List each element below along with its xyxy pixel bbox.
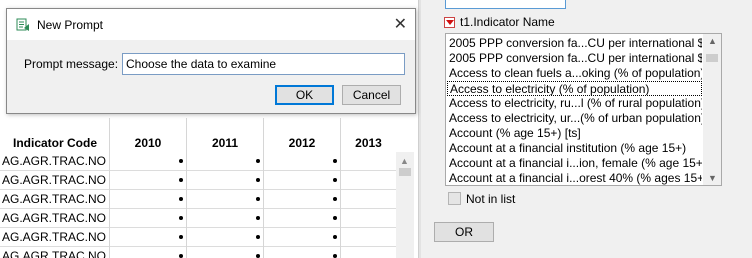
prompt-message-input[interactable]	[122, 53, 405, 75]
list-item[interactable]: Access to electricity, ru...l (% of rura…	[447, 96, 702, 111]
indicator-code-cell: AG.AGR.TRAC.NO	[0, 171, 110, 190]
missing-value-dot	[256, 235, 260, 239]
ok-button[interactable]: OK	[275, 85, 334, 105]
scroll-thumb[interactable]	[399, 168, 411, 176]
panel-title: t1.Indicator Name	[460, 15, 555, 29]
missing-value-dot	[256, 159, 260, 163]
column-header-2010[interactable]: 2010	[110, 118, 187, 152]
indicator-name-list[interactable]: 2005 PPP conversion fa...CU per internat…	[445, 33, 722, 186]
disclosure-triangle-icon[interactable]	[444, 17, 455, 28]
indicator-code-cell: AG.AGR.TRAC.NO	[0, 247, 110, 258]
list-item[interactable]: Access to clean fuels a...oking (% of po…	[447, 66, 702, 81]
dialog-titlebar[interactable]: New Prompt ✕	[7, 9, 415, 40]
column-header-2013[interactable]: 2013	[341, 118, 396, 152]
table-row[interactable]: AG.AGR.TRAC.NO	[0, 190, 396, 209]
scroll-down-arrow-icon[interactable]: ▼	[708, 173, 717, 183]
missing-value-dot	[179, 178, 183, 182]
table-row[interactable]: AG.AGR.TRAC.NO	[0, 247, 396, 258]
missing-value-dot	[179, 216, 183, 220]
or-button[interactable]: OR	[434, 222, 494, 242]
missing-value-dot	[333, 235, 337, 239]
table-row[interactable]: AG.AGR.TRAC.NO	[0, 152, 396, 171]
scroll-up-arrow-icon[interactable]: ▲	[400, 156, 409, 166]
scroll-up-arrow-icon[interactable]: ▲	[708, 36, 717, 46]
missing-value-dot	[179, 235, 183, 239]
missing-value-dot	[179, 254, 183, 258]
list-item[interactable]: Account at a financial i...ion, female (…	[447, 156, 702, 171]
missing-value-dot	[333, 159, 337, 163]
scroll-thumb[interactable]	[706, 54, 718, 62]
missing-value-dot	[256, 197, 260, 201]
list-item[interactable]: 2005 PPP conversion fa...CU per internat…	[447, 51, 702, 66]
list-item-selected[interactable]: Access to electricity (% of population)	[447, 81, 702, 96]
indicator-code-cell: AG.AGR.TRAC.NO	[0, 228, 110, 247]
table-header: Indicator Code 2010 2011 2012 2013	[0, 118, 396, 152]
missing-value-dot	[333, 178, 337, 182]
dialog-title: New Prompt	[37, 18, 104, 32]
column-header-indicator-code[interactable]: Indicator Code	[0, 118, 110, 152]
list-scrollbar[interactable]: ▲ ▼	[703, 34, 721, 185]
jmp-script-icon	[16, 18, 29, 31]
table-row[interactable]: AG.AGR.TRAC.NO	[0, 209, 396, 228]
prompt-message-label: Prompt message:	[24, 57, 119, 71]
missing-value-dot	[179, 159, 183, 163]
list-item[interactable]: Account at a financial institution (% ag…	[447, 141, 702, 156]
not-in-list-checkbox[interactable]	[448, 192, 461, 205]
column-header-2011[interactable]: 2011	[187, 118, 264, 152]
missing-value-dot	[333, 254, 337, 258]
missing-value-dot	[256, 216, 260, 220]
column-header-2012[interactable]: 2012	[264, 118, 341, 152]
table-row[interactable]: AG.AGR.TRAC.NO	[0, 171, 396, 190]
cancel-button[interactable]: Cancel	[342, 85, 401, 105]
missing-value-dot	[256, 254, 260, 258]
indicator-code-cell: AG.AGR.TRAC.NO	[0, 152, 110, 171]
list-item[interactable]: 2005 PPP conversion fa...CU per internat…	[447, 36, 702, 51]
not-in-list-label: Not in list	[466, 192, 516, 206]
missing-value-dot	[256, 178, 260, 182]
missing-value-dot	[179, 197, 183, 201]
indicator-code-cell: AG.AGR.TRAC.NO	[0, 190, 110, 209]
list-item[interactable]: Access to electricity, ur...(% of urban …	[447, 111, 702, 126]
filter-panel: t1.Indicator Name 2005 PPP conversion fa…	[421, 0, 752, 258]
missing-value-dot	[333, 216, 337, 220]
list-item[interactable]: Account at a financial i...orest 40% (% …	[447, 171, 702, 185]
table-row[interactable]: AG.AGR.TRAC.NO	[0, 228, 396, 247]
table-scrollbar[interactable]: ▲	[396, 152, 414, 258]
close-icon[interactable]: ✕	[394, 14, 407, 34]
indicator-code-cell: AG.AGR.TRAC.NO	[0, 209, 110, 228]
column-selector-box[interactable]	[445, 0, 566, 9]
new-prompt-dialog: New Prompt ✕ Prompt message: OK Cancel	[6, 8, 416, 114]
list-item[interactable]: Account (% age 15+) [ts]	[447, 126, 702, 141]
missing-value-dot	[333, 197, 337, 201]
